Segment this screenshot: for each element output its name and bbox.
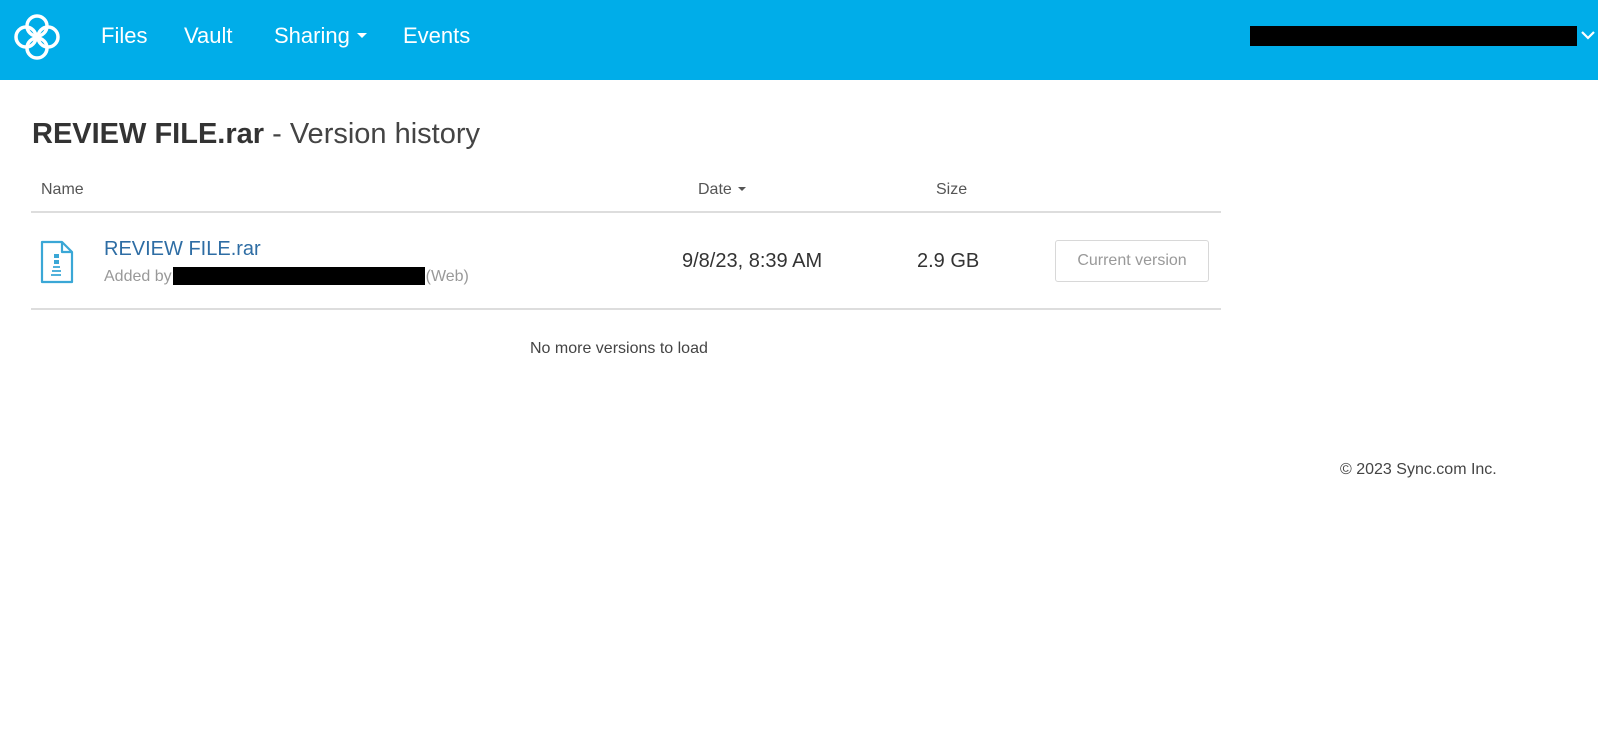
row-divider xyxy=(31,308,1221,310)
file-archive-icon xyxy=(40,240,74,284)
current-version-button[interactable]: Current version xyxy=(1055,240,1209,282)
version-size: 2.9 GB xyxy=(917,250,980,272)
nav-vault[interactable]: Vault xyxy=(184,22,233,50)
page-title: REVIEW FILE.rar - Version history xyxy=(32,116,480,152)
added-by-text: Added by (Web) xyxy=(104,266,469,287)
sort-desc-icon xyxy=(737,186,746,191)
caret-down-icon xyxy=(356,32,367,38)
nav-vault-label: Vault xyxy=(184,23,233,48)
footer-copyright: © 2023 Sync.com Inc. xyxy=(1340,461,1497,478)
nav-events-label: Events xyxy=(403,23,471,48)
chevron-down-icon[interactable] xyxy=(1580,27,1596,43)
version-date: 9/8/23, 8:39 AM xyxy=(682,250,823,272)
column-header-size: Size xyxy=(936,181,968,198)
added-by-prefix: Added by xyxy=(104,268,172,285)
header-divider xyxy=(31,211,1221,213)
top-navbar: Files Vault Sharing Events xyxy=(0,0,1598,80)
nav-sharing-label: Sharing xyxy=(274,23,350,48)
added-by-source: (Web) xyxy=(425,268,469,285)
file-name-link[interactable]: REVIEW FILE.rar xyxy=(104,237,261,261)
page-title-suffix: - Version history xyxy=(264,118,481,150)
account-menu-redacted[interactable] xyxy=(1250,26,1577,46)
redacted-username xyxy=(172,266,425,285)
column-header-date-label: Date xyxy=(698,181,732,198)
nav-sharing-dropdown[interactable]: Sharing xyxy=(274,22,367,50)
nav-files-label: Files xyxy=(101,23,148,48)
column-header-name: Name xyxy=(41,181,84,198)
page-title-filename: REVIEW FILE.rar xyxy=(32,118,265,150)
no-more-versions-text: No more versions to load xyxy=(530,340,708,357)
sync-logo-icon[interactable] xyxy=(10,10,64,64)
nav-events[interactable]: Events xyxy=(403,22,470,50)
column-header-date[interactable]: Date xyxy=(698,180,746,200)
nav-files[interactable]: Files xyxy=(101,22,147,50)
